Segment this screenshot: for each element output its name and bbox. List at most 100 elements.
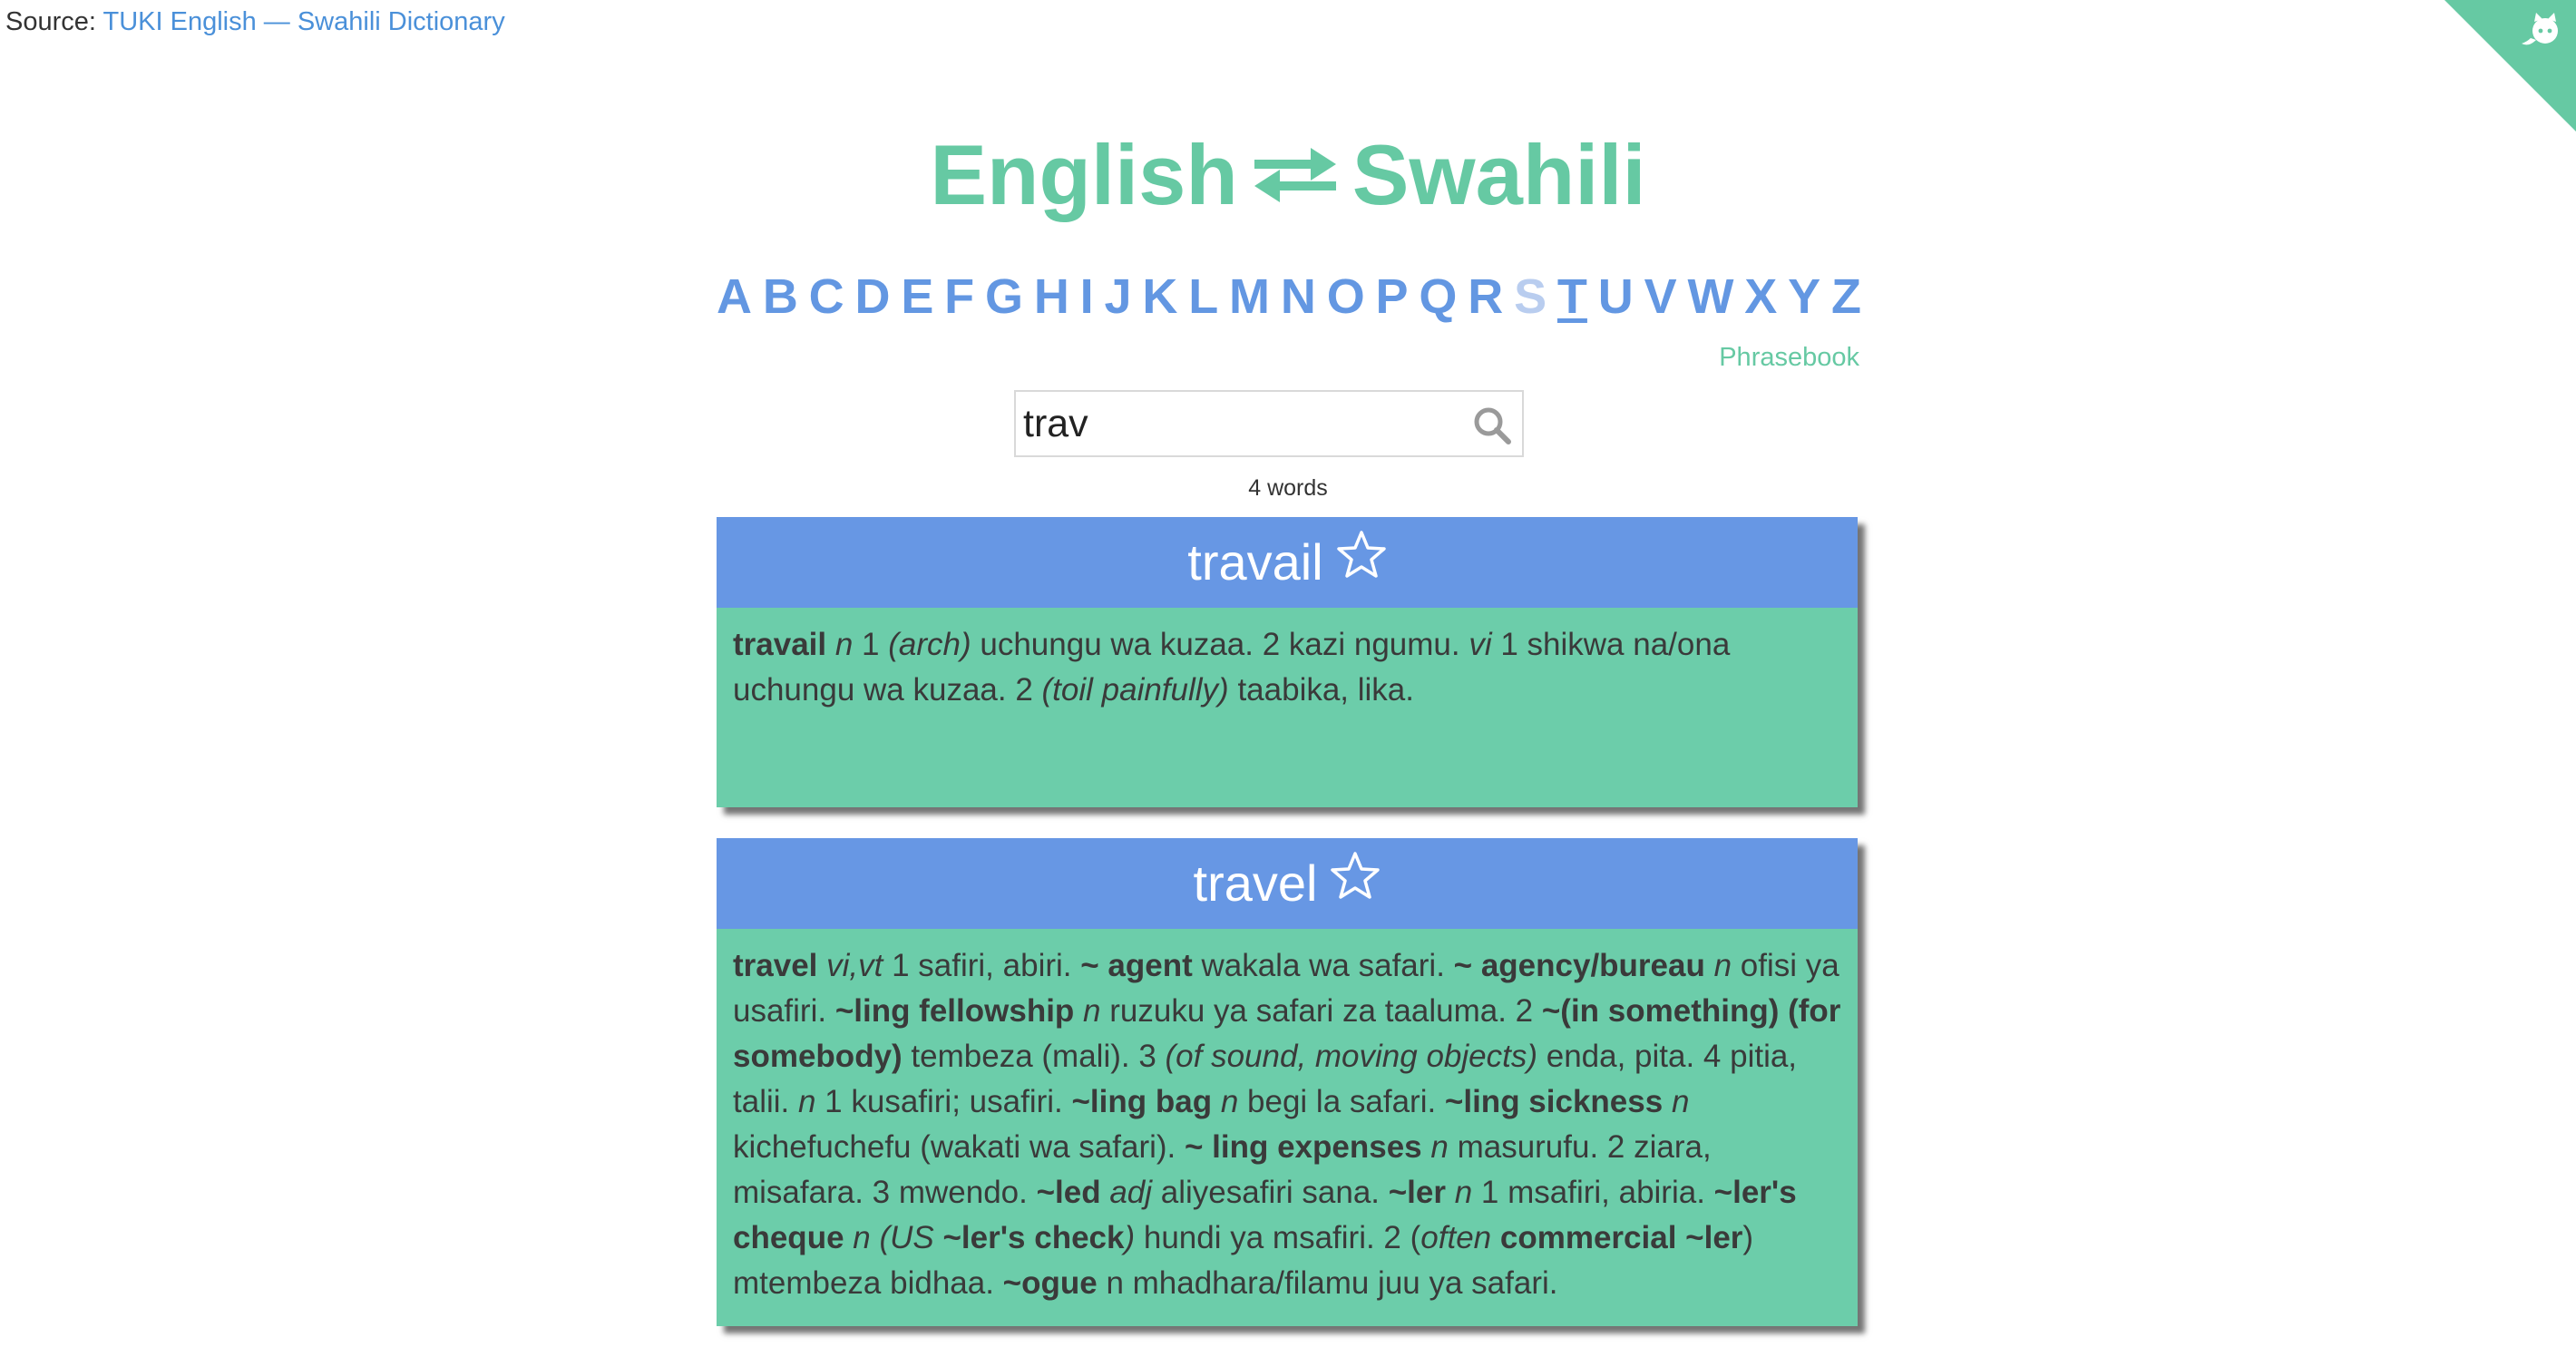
letter-link-v[interactable]: V — [1644, 268, 1677, 325]
grammar-label: vi — [1469, 627, 1492, 662]
headword-text: ~ agency/bureau — [1453, 948, 1705, 983]
source-line: Source: TUKI English — Swahili Dictionar… — [5, 7, 505, 37]
title-swahili: Swahili — [1351, 127, 1646, 222]
entry-word: travel — [1193, 854, 1318, 912]
grammar-label: (arch) — [888, 627, 971, 662]
phrasebook-link[interactable]: Phrasebook — [1719, 343, 1859, 373]
definition-text: taabika, lika. — [1228, 672, 1414, 708]
letter-link-h[interactable]: H — [1034, 268, 1069, 325]
letter-link-n[interactable]: N — [1281, 268, 1316, 325]
grammar-label: ) — [1124, 1220, 1136, 1255]
grammar-label: (toil painfully) — [1041, 672, 1229, 708]
letter-link-q[interactable]: Q — [1419, 268, 1457, 325]
letter-link-d[interactable]: D — [854, 268, 890, 325]
source-prefix: Source: — [5, 7, 96, 36]
github-corner[interactable] — [2444, 0, 2576, 132]
grammar-label: (of sound, moving objects) — [1165, 1039, 1537, 1074]
letter-link-t[interactable]: T — [1557, 268, 1587, 325]
grammar-label: n — [1454, 1175, 1473, 1210]
definition-text — [817, 948, 826, 983]
grammar-label: n — [1083, 993, 1101, 1029]
entry-definition: travail n 1 (arch) uchungu wa kuzaa. 2 k… — [717, 608, 1858, 713]
grammar-label: vi,vt — [826, 948, 883, 983]
definition-text: hundi ya msafiri. 2 ( — [1135, 1220, 1421, 1255]
definition-text: wakala wa safari. — [1192, 948, 1454, 983]
letter-link-a[interactable]: A — [717, 268, 752, 325]
letter-link-f[interactable]: F — [944, 268, 974, 325]
entry-word: travail — [1187, 533, 1323, 591]
letter-link-b[interactable]: B — [763, 268, 798, 325]
definition-text — [1074, 993, 1083, 1029]
definition-text — [1212, 1084, 1221, 1119]
grammar-label: n — [1430, 1129, 1449, 1165]
alphabet-nav: ABCDEFGHIJKLMNOPQRSTUVWXYZ — [717, 268, 1861, 325]
github-octocat-icon — [2522, 13, 2558, 45]
letter-link-m[interactable]: M — [1229, 268, 1270, 325]
headword-text: ~ling bag — [1071, 1084, 1213, 1119]
headword-text: travail — [733, 627, 827, 662]
grammar-label: n — [1713, 948, 1732, 983]
letter-link-s[interactable]: S — [1514, 268, 1547, 325]
definition-text: uchungu wa kuzaa. 2 kazi ngumu. — [971, 627, 1469, 662]
entry-definition: travel vi,vt 1 safiri, abiri. ~ agent wa… — [717, 929, 1858, 1306]
definition-text: n mhadhara/filamu juu ya safari. — [1097, 1265, 1558, 1301]
definition-text — [1663, 1084, 1672, 1119]
headword-text: ~ling fellowship — [834, 993, 1075, 1029]
headword-text: ~ ling expenses — [1184, 1129, 1422, 1165]
letter-link-w[interactable]: W — [1687, 268, 1733, 325]
letter-link-c[interactable]: C — [809, 268, 844, 325]
letter-link-u[interactable]: U — [1598, 268, 1634, 325]
search-icon[interactable] — [1471, 405, 1513, 451]
grammar-label: often — [1420, 1220, 1492, 1255]
entry-card: travail travail n 1 (arch) uchungu wa ku… — [717, 517, 1858, 807]
letter-link-o[interactable]: O — [1327, 268, 1365, 325]
word-count: 4 words — [1248, 475, 1328, 501]
letter-link-y[interactable]: Y — [1788, 268, 1820, 325]
letter-link-g[interactable]: G — [985, 268, 1023, 325]
definition-text — [1491, 1220, 1500, 1255]
definition-text — [826, 627, 835, 662]
star-outline-icon[interactable] — [1336, 516, 1387, 607]
headword-text: ~led — [1036, 1175, 1101, 1210]
grammar-label: n — [1671, 1084, 1690, 1119]
letter-link-i[interactable]: I — [1080, 268, 1094, 325]
grammar-label: (US — [879, 1220, 943, 1255]
definition-text: tembeza (mali). 3 — [902, 1039, 1166, 1074]
headword-text: ~ler — [1388, 1175, 1446, 1210]
star-outline-icon[interactable] — [1330, 837, 1381, 928]
definition-text: kichefuchefu (wakati wa safari). — [733, 1129, 1185, 1165]
letter-link-k[interactable]: K — [1142, 268, 1177, 325]
definition-text: 1 — [853, 627, 889, 662]
headword-text: travel — [733, 948, 818, 983]
letter-link-p[interactable]: P — [1376, 268, 1409, 325]
definition-text — [1705, 948, 1714, 983]
search-box — [1014, 390, 1524, 457]
definition-text: aliyesafiri sana. — [1152, 1175, 1389, 1210]
headword-text: ~ agent — [1080, 948, 1193, 983]
letter-link-j[interactable]: J — [1105, 268, 1132, 325]
grammar-label: n — [797, 1084, 816, 1119]
source-link[interactable]: TUKI English — Swahili Dictionary — [103, 7, 505, 36]
definition-text — [1101, 1175, 1110, 1210]
definition-text: 1 kusafiri; usafiri. — [815, 1084, 1072, 1119]
letter-link-e[interactable]: E — [901, 268, 933, 325]
definition-text — [1446, 1175, 1455, 1210]
swap-arrows-icon[interactable] — [1254, 126, 1336, 226]
definition-text: begi la safari. — [1238, 1084, 1445, 1119]
grammar-label: adj — [1109, 1175, 1153, 1210]
letter-link-z[interactable]: Z — [1831, 268, 1861, 325]
title-english: English — [930, 127, 1238, 222]
definition-text: 1 msafiri, abiria. — [1472, 1175, 1714, 1210]
entry-header: travail — [717, 517, 1858, 608]
letter-link-l[interactable]: L — [1188, 268, 1218, 325]
letter-link-r[interactable]: R — [1468, 268, 1503, 325]
definition-text — [844, 1220, 854, 1255]
entry-card: travel travel vi,vt 1 safiri, abiri. ~ a… — [717, 838, 1858, 1326]
headword-text: ~ogue — [1002, 1265, 1098, 1301]
page-title: English Swahili — [0, 125, 2576, 231]
grammar-label: n — [853, 1220, 871, 1255]
letter-link-x[interactable]: X — [1744, 268, 1777, 325]
definition-text — [1422, 1129, 1431, 1165]
search-input[interactable] — [1023, 397, 1440, 450]
headword-text: commercial ~ler — [1499, 1220, 1743, 1255]
